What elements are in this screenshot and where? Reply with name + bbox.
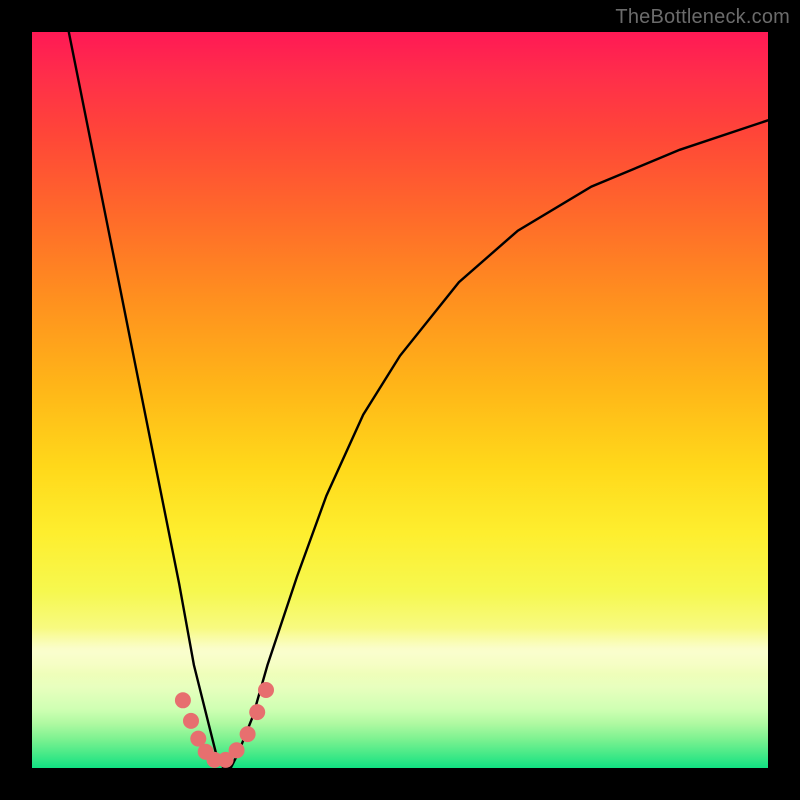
- chart-frame: TheBottleneck.com: [0, 0, 800, 800]
- chart-area: [32, 32, 768, 768]
- watermark-text: TheBottleneck.com: [615, 6, 790, 29]
